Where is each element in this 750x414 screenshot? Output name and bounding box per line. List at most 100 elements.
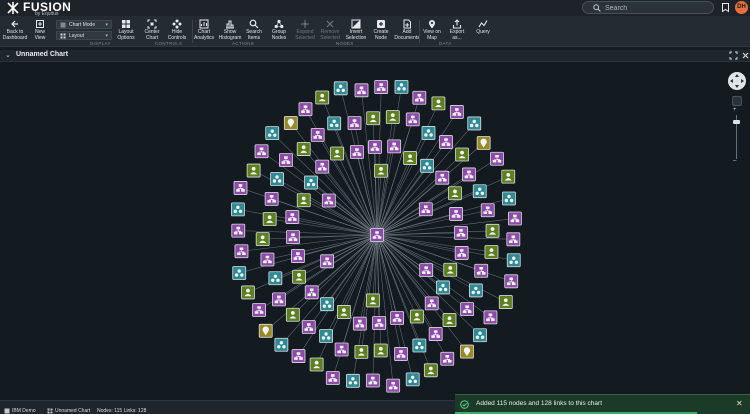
graph-node-person[interactable] bbox=[246, 163, 261, 178]
add-documents-button[interactable]: Add Documents bbox=[393, 19, 421, 41]
graph-node-person[interactable] bbox=[255, 232, 270, 247]
graph-node-person[interactable] bbox=[315, 90, 330, 105]
fit-view-button[interactable] bbox=[732, 96, 742, 106]
graph-node-organization[interactable] bbox=[428, 327, 443, 341]
workspace-tab[interactable]: IBM Demo bbox=[12, 408, 36, 414]
chart-canvas[interactable] bbox=[0, 62, 750, 400]
graph-node-organization[interactable] bbox=[334, 342, 349, 357]
graph-node-person[interactable] bbox=[442, 313, 457, 327]
graph-node-group[interactable] bbox=[270, 172, 284, 186]
graph-node-organization[interactable] bbox=[508, 211, 522, 226]
collapse-chevron-icon[interactable]: ⌄ bbox=[5, 51, 11, 59]
graph-node-organization[interactable] bbox=[374, 80, 389, 94]
graph-node-person[interactable] bbox=[498, 295, 513, 309]
graph-node-organization[interactable] bbox=[321, 193, 336, 208]
graph-node-group[interactable] bbox=[231, 202, 245, 217]
graph-node-group[interactable] bbox=[405, 372, 420, 387]
expand-selected-button[interactable]: Expand Selected bbox=[291, 19, 319, 41]
graph-node-person[interactable] bbox=[336, 305, 351, 319]
center-chart-button[interactable]: Center Chart bbox=[138, 19, 166, 41]
graph-node-organization[interactable] bbox=[231, 223, 246, 238]
graph-node-person[interactable] bbox=[501, 169, 516, 184]
graph-node-organization[interactable] bbox=[365, 373, 380, 388]
new-view-button[interactable]: New View bbox=[26, 19, 54, 41]
chart-analytics-button[interactable]: Chart Analytics bbox=[190, 19, 218, 41]
graph-node-location[interactable] bbox=[460, 344, 474, 359]
graph-node-organization[interactable] bbox=[419, 263, 434, 278]
graph-node-organization[interactable] bbox=[390, 311, 404, 325]
graph-node-person[interactable] bbox=[373, 343, 388, 358]
graph-node-organization[interactable] bbox=[279, 153, 293, 167]
zoom-out-icon[interactable]: – bbox=[733, 158, 736, 164]
graph-node-person[interactable] bbox=[309, 357, 324, 372]
hide-controls-button[interactable]: Hide Controls bbox=[163, 19, 191, 41]
graph-node-organization[interactable] bbox=[291, 349, 306, 363]
search-box[interactable] bbox=[582, 1, 714, 14]
create-node-button[interactable]: Create Node bbox=[367, 19, 395, 41]
graph-node-organization[interactable] bbox=[462, 167, 476, 182]
graph-node-person[interactable] bbox=[403, 151, 418, 165]
graph-node-group[interactable] bbox=[327, 116, 342, 131]
view-on-map-button[interactable]: View on Map bbox=[418, 19, 446, 41]
graph-node-person[interactable] bbox=[374, 163, 388, 178]
graph-node-person[interactable] bbox=[385, 110, 400, 124]
graph-node-organization[interactable] bbox=[310, 128, 325, 142]
graph-node-organization[interactable] bbox=[506, 232, 521, 247]
graph-node-organization[interactable] bbox=[412, 90, 427, 105]
graph-node-organization[interactable] bbox=[460, 302, 475, 317]
graph-node-group[interactable] bbox=[232, 266, 247, 280]
graph-node-organization[interactable] bbox=[233, 181, 248, 195]
graph-node-organization[interactable] bbox=[454, 225, 468, 240]
graph-node-organization[interactable] bbox=[449, 105, 464, 119]
graph-node-organization[interactable] bbox=[301, 320, 316, 334]
search-input[interactable] bbox=[605, 3, 705, 13]
zoom-in-icon[interactable]: + bbox=[733, 107, 737, 113]
graph-node-organization[interactable] bbox=[285, 210, 300, 224]
graph-node-group[interactable] bbox=[412, 338, 427, 353]
graph-node-person[interactable] bbox=[485, 223, 500, 238]
graph-node-person[interactable] bbox=[366, 293, 380, 308]
graph-node-organization[interactable] bbox=[304, 285, 319, 300]
chart-tab[interactable]: Unnamed Chart bbox=[55, 408, 90, 414]
graph-node-organization[interactable] bbox=[350, 145, 364, 159]
graph-node-organization[interactable] bbox=[254, 144, 269, 159]
group-nodes-button[interactable]: Group Nodes bbox=[265, 19, 293, 41]
remove-selected-button[interactable]: Remove Selected bbox=[316, 19, 344, 41]
graph-node-organization[interactable] bbox=[234, 244, 249, 259]
graph-node-person[interactable] bbox=[330, 146, 344, 161]
graph-node-location[interactable] bbox=[258, 323, 273, 338]
graph-node-organization[interactable] bbox=[286, 230, 300, 245]
graph-node-organization[interactable] bbox=[435, 170, 450, 185]
graph-node-person[interactable] bbox=[241, 285, 255, 300]
graph-node-organization[interactable] bbox=[368, 140, 382, 154]
graph-node-person[interactable] bbox=[296, 142, 311, 156]
graph-node-organization[interactable] bbox=[490, 151, 504, 166]
graph-node-organization[interactable] bbox=[272, 292, 286, 307]
graph-node-organization[interactable] bbox=[405, 112, 420, 127]
graph-node-person[interactable] bbox=[285, 307, 300, 322]
graph-node-group[interactable] bbox=[420, 158, 434, 173]
graph-node-organization[interactable] bbox=[439, 135, 453, 149]
graph-node-organization[interactable] bbox=[372, 316, 386, 330]
graph-node-group[interactable] bbox=[346, 373, 360, 388]
graph-node-organization[interactable] bbox=[386, 378, 401, 393]
layout-options-button[interactable]: Layout Options bbox=[112, 19, 140, 41]
graph-node-person[interactable] bbox=[292, 269, 306, 284]
graph-node-organization[interactable] bbox=[264, 191, 279, 206]
graph-node-organization[interactable] bbox=[480, 203, 495, 218]
graph-node-organization[interactable] bbox=[298, 102, 313, 117]
graph-node-organization[interactable] bbox=[320, 254, 335, 269]
graph-node-organization[interactable] bbox=[394, 347, 408, 361]
graph-node-person[interactable] bbox=[455, 147, 469, 162]
graph-node-group[interactable] bbox=[333, 81, 348, 96]
query-button[interactable]: Query bbox=[469, 19, 497, 36]
graph-node-group[interactable] bbox=[473, 328, 487, 343]
graph-node-organization[interactable] bbox=[483, 310, 498, 325]
graph-node-organization[interactable] bbox=[352, 316, 367, 331]
graph-node-group[interactable] bbox=[436, 280, 450, 295]
user-avatar[interactable]: DH bbox=[735, 1, 748, 14]
graph-node-group[interactable] bbox=[274, 337, 289, 352]
graph-node-person[interactable] bbox=[423, 363, 438, 378]
close-icon[interactable] bbox=[741, 51, 750, 60]
graph-node-group[interactable] bbox=[304, 175, 318, 190]
